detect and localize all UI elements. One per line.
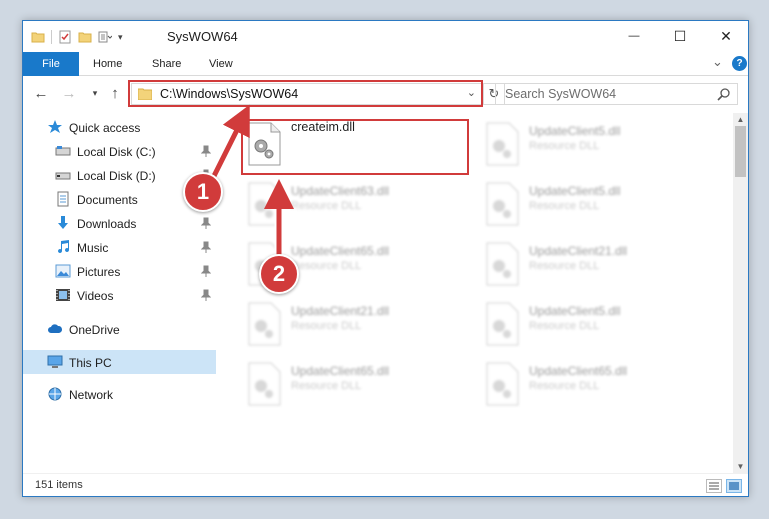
step-2-badge: 2	[259, 254, 299, 294]
step-1-badge: 1	[183, 172, 223, 212]
annotation-arrows	[207, 104, 294, 255]
